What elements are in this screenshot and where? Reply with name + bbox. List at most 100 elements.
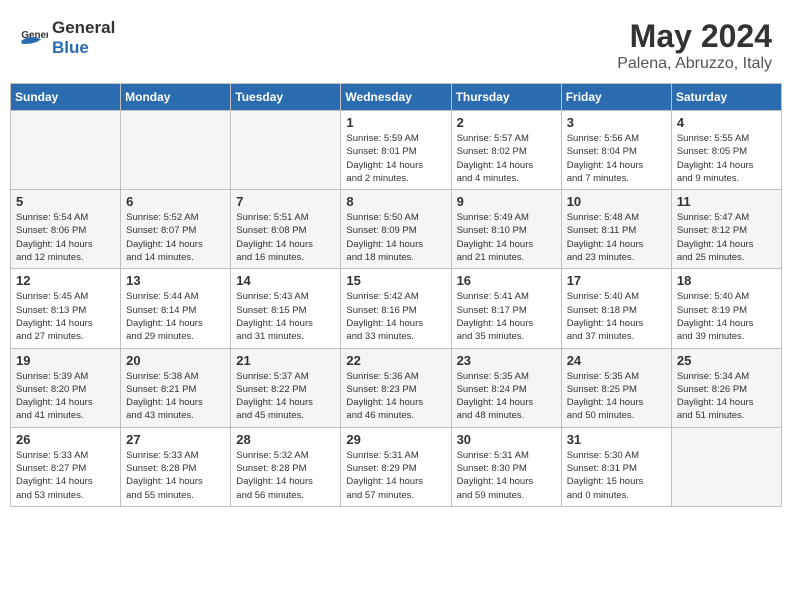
day-info: Sunrise: 5:37 AM Sunset: 8:22 PM Dayligh… [236, 370, 335, 423]
calendar-day-cell: 9 Sunrise: 5:49 AM Sunset: 8:10 PM Daylig… [451, 190, 561, 269]
calendar-day-cell: 31Sunrise: 5:30 AM Sunset: 8:31 PM Dayli… [561, 427, 671, 506]
calendar-day-cell [231, 111, 341, 190]
day-info: Sunrise: 5:35 AM Sunset: 8:24 PM Dayligh… [457, 370, 556, 423]
calendar-day-cell: 19 Sunrise: 5:39 AM Sunset: 8:20 PM Dayli… [11, 348, 121, 427]
day-info: Sunrise: 5:31 AM Sunset: 8:29 PM Dayligh… [346, 449, 445, 502]
day-number: 23 [457, 353, 556, 368]
calendar-day-cell: 6Sunrise: 5:52 AM Sunset: 8:07 PM Daylig… [121, 190, 231, 269]
day-info: Sunrise: 5:34 AM Sunset: 8:26 PM Dayligh… [677, 370, 776, 423]
day-info: Sunrise: 5:57 AM Sunset: 8:02 PM Dayligh… [457, 132, 556, 185]
day-number: 8 [346, 194, 445, 209]
calendar-day-cell: 15 Sunrise: 5:42 AM Sunset: 8:16 PM Dayli… [341, 269, 451, 348]
day-info: Sunrise: 5:32 AM Sunset: 8:28 PM Dayligh… [236, 449, 335, 502]
day-number: 25 [677, 353, 776, 368]
calendar-day-cell: 22 Sunrise: 5:36 AM Sunset: 8:23 PM Dayli… [341, 348, 451, 427]
day-info: Sunrise: 5:50 AM Sunset: 8:09 PM Dayligh… [346, 211, 445, 264]
day-info: Sunrise: 5:59 AM Sunset: 8:01 PM Dayligh… [346, 132, 445, 185]
day-number: 22 [346, 353, 445, 368]
calendar-day-cell: 3 Sunrise: 5:56 AM Sunset: 8:04 PM Daylig… [561, 111, 671, 190]
day-number: 2 [457, 115, 556, 130]
day-info: Sunrise: 5:43 AM Sunset: 8:15 PM Dayligh… [236, 290, 335, 343]
day-number: 14 [236, 273, 335, 288]
day-info: Sunrise: 5:45 AM Sunset: 8:13 PM Dayligh… [16, 290, 115, 343]
calendar-day-cell: 18 Sunrise: 5:40 AM Sunset: 8:19 PM Dayli… [671, 269, 781, 348]
day-info: Sunrise: 5:51 AM Sunset: 8:08 PM Dayligh… [236, 211, 335, 264]
day-info: Sunrise: 5:42 AM Sunset: 8:16 PM Dayligh… [346, 290, 445, 343]
day-info: Sunrise: 5:44 AM Sunset: 8:14 PM Dayligh… [126, 290, 225, 343]
day-number: 3 [567, 115, 666, 130]
day-info: Sunrise: 5:40 AM Sunset: 8:19 PM Dayligh… [677, 290, 776, 343]
calendar-day-cell: 21 Sunrise: 5:37 AM Sunset: 8:22 PM Dayli… [231, 348, 341, 427]
day-number: 10 [567, 194, 666, 209]
day-of-week-header: Sunday [11, 84, 121, 111]
day-number: 19 [16, 353, 115, 368]
calendar-day-cell: 8 Sunrise: 5:50 AM Sunset: 8:09 PM Daylig… [341, 190, 451, 269]
day-info: Sunrise: 5:47 AM Sunset: 8:12 PM Dayligh… [677, 211, 776, 264]
calendar-day-cell: 17Sunrise: 5:40 AM Sunset: 8:18 PM Dayli… [561, 269, 671, 348]
day-of-week-header: Tuesday [231, 84, 341, 111]
page-header: General General Blue May 2024 Palena, Ab… [10, 10, 782, 79]
calendar-day-cell: 24 Sunrise: 5:35 AM Sunset: 8:25 PM Dayli… [561, 348, 671, 427]
calendar-week-row: 1 Sunrise: 5:59 AM Sunset: 8:01 PM Daylig… [11, 111, 782, 190]
calendar-day-cell: 10Sunrise: 5:48 AM Sunset: 8:11 PM Dayli… [561, 190, 671, 269]
calendar-header-row: SundayMondayTuesdayWednesdayThursdayFrid… [11, 84, 782, 111]
calendar-day-cell: 13Sunrise: 5:44 AM Sunset: 8:14 PM Dayli… [121, 269, 231, 348]
logo-blue-text: Blue [52, 38, 89, 57]
day-number: 31 [567, 432, 666, 447]
calendar-day-cell: 5 Sunrise: 5:54 AM Sunset: 8:06 PM Daylig… [11, 190, 121, 269]
day-info: Sunrise: 5:31 AM Sunset: 8:30 PM Dayligh… [457, 449, 556, 502]
calendar-week-row: 5 Sunrise: 5:54 AM Sunset: 8:06 PM Daylig… [11, 190, 782, 269]
calendar-day-cell: 23 Sunrise: 5:35 AM Sunset: 8:24 PM Dayli… [451, 348, 561, 427]
day-number: 21 [236, 353, 335, 368]
day-number: 12 [16, 273, 115, 288]
calendar-day-cell: 4 Sunrise: 5:55 AM Sunset: 8:05 PM Daylig… [671, 111, 781, 190]
calendar-day-cell: 25 Sunrise: 5:34 AM Sunset: 8:26 PM Dayli… [671, 348, 781, 427]
day-number: 29 [346, 432, 445, 447]
calendar-day-cell: 14 Sunrise: 5:43 AM Sunset: 8:15 PM Dayli… [231, 269, 341, 348]
calendar-day-cell: 29 Sunrise: 5:31 AM Sunset: 8:29 PM Dayli… [341, 427, 451, 506]
day-info: Sunrise: 5:54 AM Sunset: 8:06 PM Dayligh… [16, 211, 115, 264]
day-number: 24 [567, 353, 666, 368]
calendar-day-cell: 16 Sunrise: 5:41 AM Sunset: 8:17 PM Dayli… [451, 269, 561, 348]
day-info: Sunrise: 5:55 AM Sunset: 8:05 PM Dayligh… [677, 132, 776, 185]
month-year-title: May 2024 [617, 18, 772, 55]
calendar-week-row: 26Sunrise: 5:33 AM Sunset: 8:27 PM Dayli… [11, 427, 782, 506]
day-info: Sunrise: 5:49 AM Sunset: 8:10 PM Dayligh… [457, 211, 556, 264]
calendar-day-cell: 7Sunrise: 5:51 AM Sunset: 8:08 PM Daylig… [231, 190, 341, 269]
calendar-day-cell: 28 Sunrise: 5:32 AM Sunset: 8:28 PM Dayli… [231, 427, 341, 506]
calendar-week-row: 12 Sunrise: 5:45 AM Sunset: 8:13 PM Dayli… [11, 269, 782, 348]
calendar-day-cell: 2 Sunrise: 5:57 AM Sunset: 8:02 PM Daylig… [451, 111, 561, 190]
day-number: 16 [457, 273, 556, 288]
calendar-table: SundayMondayTuesdayWednesdayThursdayFrid… [10, 83, 782, 507]
day-of-week-header: Wednesday [341, 84, 451, 111]
day-number: 17 [567, 273, 666, 288]
logo: General General Blue [20, 18, 115, 58]
day-number: 4 [677, 115, 776, 130]
calendar-day-cell: 20Sunrise: 5:38 AM Sunset: 8:21 PM Dayli… [121, 348, 231, 427]
calendar-day-cell: 11Sunrise: 5:47 AM Sunset: 8:12 PM Dayli… [671, 190, 781, 269]
day-info: Sunrise: 5:36 AM Sunset: 8:23 PM Dayligh… [346, 370, 445, 423]
calendar-day-cell: 12 Sunrise: 5:45 AM Sunset: 8:13 PM Dayli… [11, 269, 121, 348]
logo-icon: General [20, 24, 48, 52]
day-number: 15 [346, 273, 445, 288]
day-of-week-header: Friday [561, 84, 671, 111]
day-info: Sunrise: 5:33 AM Sunset: 8:27 PM Dayligh… [16, 449, 115, 502]
day-info: Sunrise: 5:56 AM Sunset: 8:04 PM Dayligh… [567, 132, 666, 185]
day-number: 28 [236, 432, 335, 447]
day-of-week-header: Monday [121, 84, 231, 111]
day-number: 30 [457, 432, 556, 447]
title-block: May 2024 Palena, Abruzzo, Italy [617, 18, 772, 73]
day-info: Sunrise: 5:35 AM Sunset: 8:25 PM Dayligh… [567, 370, 666, 423]
day-info: Sunrise: 5:41 AM Sunset: 8:17 PM Dayligh… [457, 290, 556, 343]
day-info: Sunrise: 5:39 AM Sunset: 8:20 PM Dayligh… [16, 370, 115, 423]
day-number: 9 [457, 194, 556, 209]
day-number: 1 [346, 115, 445, 130]
day-number: 5 [16, 194, 115, 209]
day-of-week-header: Thursday [451, 84, 561, 111]
logo-general-text: General [52, 18, 115, 37]
day-number: 18 [677, 273, 776, 288]
calendar-day-cell: 1 Sunrise: 5:59 AM Sunset: 8:01 PM Daylig… [341, 111, 451, 190]
day-of-week-header: Saturday [671, 84, 781, 111]
day-info: Sunrise: 5:38 AM Sunset: 8:21 PM Dayligh… [126, 370, 225, 423]
calendar-day-cell: 27Sunrise: 5:33 AM Sunset: 8:28 PM Dayli… [121, 427, 231, 506]
